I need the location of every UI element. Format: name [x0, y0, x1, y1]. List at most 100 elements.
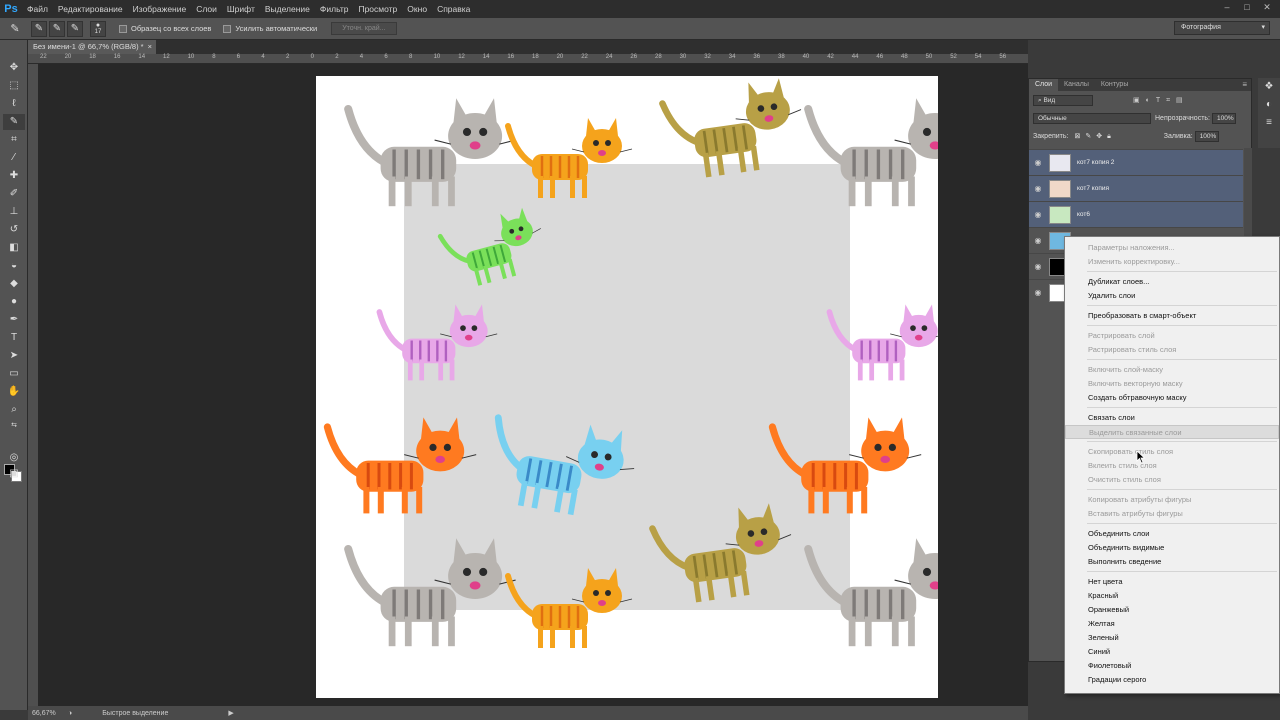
close-icon[interactable]: ✕ — [1258, 2, 1276, 14]
blend-mode-select[interactable]: Обычные — [1033, 112, 1151, 124]
rectangle-tool-icon[interactable]: ▭ — [3, 366, 25, 382]
context-menu-item[interactable]: Выделить связанные слои — [1065, 425, 1279, 439]
hand-tool-icon[interactable]: ✋ — [3, 384, 25, 400]
context-menu-item[interactable]: Параметры наложения... — [1065, 241, 1279, 255]
sample-all-layers-checkbox[interactable]: Образец со всех слоев — [119, 24, 211, 33]
context-menu-item[interactable]: Выполнить сведение — [1065, 555, 1279, 569]
context-menu-item[interactable]: Связать слои — [1065, 411, 1279, 425]
tab-paths[interactable]: Контуры — [1095, 79, 1134, 91]
context-menu-item[interactable]: Объединить слои — [1065, 527, 1279, 541]
context-menu-item[interactable]: Удалить слои — [1065, 289, 1279, 303]
context-menu-item[interactable]: Градации серого — [1065, 673, 1279, 687]
context-menu-item[interactable]: Скопировать стиль слоя — [1065, 445, 1279, 459]
context-menu-item[interactable]: Объединить видимые — [1065, 541, 1279, 555]
lock-icons[interactable]: ⊠✎✥🔒︎ — [1074, 132, 1115, 141]
context-menu-item[interactable]: Изменить корректировку... — [1065, 255, 1279, 269]
clone-stamp-icon[interactable]: ⊥ — [3, 204, 25, 220]
auto-enhance-checkbox[interactable]: Усилить автоматически — [223, 24, 317, 33]
context-menu-item[interactable]: Преобразовать в смарт-объект — [1065, 309, 1279, 323]
properties-icon[interactable]: ≡ — [1258, 114, 1280, 132]
menu-window[interactable]: Окно — [402, 0, 432, 18]
lasso-tool-icon[interactable]: ℓ — [3, 96, 25, 112]
brush-tool-icon[interactable]: ✐ — [3, 186, 25, 202]
tab-layers[interactable]: Слои — [1029, 79, 1059, 91]
context-menu-item[interactable]: Вставить атрибуты фигуры — [1065, 507, 1279, 521]
dodge-tool-icon[interactable]: ● — [3, 294, 25, 310]
document-canvas[interactable] — [316, 76, 938, 698]
context-menu-item[interactable]: Включить слой-маску — [1065, 363, 1279, 377]
eye-icon[interactable]: ◉ — [1029, 262, 1047, 271]
pen-tool-icon[interactable]: ✒ — [3, 312, 25, 328]
menu-help[interactable]: Справка — [432, 0, 475, 18]
history-brush-icon[interactable]: ↺ — [3, 222, 25, 238]
tab-channels[interactable]: Каналы — [1058, 79, 1095, 91]
menu-file[interactable]: Файл — [22, 0, 53, 18]
quick-mask-icon[interactable]: ◎ — [3, 450, 25, 466]
context-menu-item[interactable]: Оранжевый — [1065, 603, 1279, 617]
menu-type[interactable]: Шрифт — [222, 0, 260, 18]
opacity-input[interactable]: 100% — [1212, 112, 1236, 124]
layer-row[interactable]: ◉ кот7 копия 2 — [1029, 149, 1243, 175]
marquee-tool-icon[interactable]: ⬚ — [3, 78, 25, 94]
context-menu-item[interactable]: Вклеить стиль слоя — [1065, 459, 1279, 473]
move-tool-icon[interactable]: ✥ — [3, 60, 25, 76]
context-menu-item[interactable]: Дубликат слоев... — [1065, 275, 1279, 289]
context-menu-item[interactable]: Зеленый — [1065, 631, 1279, 645]
status-arrow-icon[interactable]: ▶ — [228, 709, 233, 717]
swap-colors-icon[interactable]: ⇆ — [3, 418, 25, 434]
new-selection-icon[interactable]: ✎ — [31, 20, 47, 37]
menu-edit[interactable]: Редактирование — [53, 0, 128, 18]
menu-layers[interactable]: Слои — [191, 0, 222, 18]
blur-tool-icon[interactable]: ◆ — [3, 276, 25, 292]
type-tool-icon[interactable]: T — [3, 330, 25, 346]
layer-row[interactable]: ◉ кот7 копия — [1029, 175, 1243, 201]
menu-image[interactable]: Изображение — [128, 0, 192, 18]
context-menu-item[interactable]: Фиолетовый — [1065, 659, 1279, 673]
context-menu-item[interactable]: Красный — [1065, 589, 1279, 603]
brush-size-picker[interactable]: ● 17 — [90, 20, 106, 37]
menu-filter[interactable]: Фильтр — [315, 0, 354, 18]
path-selection-icon[interactable]: ➤ — [3, 348, 25, 364]
adjustments-icon[interactable]: ◐ — [1258, 96, 1280, 114]
eye-icon[interactable]: ◉ — [1029, 210, 1047, 219]
panel-menu-icon[interactable]: ≡ — [1242, 79, 1251, 91]
maximize-icon[interactable]: □ — [1238, 2, 1256, 14]
context-menu-item[interactable]: Синий — [1065, 645, 1279, 659]
context-menu-item[interactable]: Растрировать стиль слоя — [1065, 343, 1279, 357]
refine-edge-button[interactable]: Уточн. край... — [331, 22, 397, 35]
layer-row[interactable]: ◉ кот6 — [1029, 201, 1243, 227]
context-menu-item[interactable]: Нет цвета — [1065, 575, 1279, 589]
zoom-readout[interactable]: 66,67% — [32, 710, 62, 717]
close-tab-icon[interactable]: × — [148, 40, 152, 54]
paint-bucket-icon[interactable]: ◒ — [3, 258, 25, 274]
context-menu-item[interactable]: Растрировать слой — [1065, 329, 1279, 343]
document-tab[interactable]: Без имени-1 @ 66,7% (RGB/8) * × — [28, 40, 156, 54]
quick-selection-icon[interactable]: ✎ — [3, 114, 25, 130]
context-menu-item[interactable]: Копировать атрибуты фигуры — [1065, 493, 1279, 507]
eye-icon[interactable]: ◉ — [1029, 184, 1047, 193]
zoom-tool-icon[interactable]: ⌕ — [3, 402, 25, 418]
eye-icon[interactable]: ◉ — [1029, 236, 1047, 245]
crop-tool-icon[interactable]: ⌗ — [3, 132, 25, 148]
workspace-select[interactable]: Фотография ▾ — [1174, 21, 1270, 35]
subtract-selection-icon[interactable]: ✎ — [67, 20, 83, 37]
context-menu-item[interactable]: Включить векторную маску — [1065, 377, 1279, 391]
add-to-selection-icon[interactable]: ✎ — [49, 20, 65, 37]
context-menu-item[interactable]: Создать обтравочную маску — [1065, 391, 1279, 405]
context-menu-item[interactable]: Желтая — [1065, 617, 1279, 631]
screen-mode-icon[interactable]: ▣ — [3, 466, 25, 482]
eye-icon[interactable]: ◉ — [1029, 288, 1047, 297]
context-menu-item[interactable]: Очистить стиль слоя — [1065, 473, 1279, 487]
eraser-tool-icon[interactable]: ◧ — [3, 240, 25, 256]
menu-view[interactable]: Просмотр — [353, 0, 402, 18]
layers-panel-icon[interactable]: ❖ — [1258, 78, 1280, 96]
layers-scrollbar[interactable] — [1244, 148, 1252, 248]
menu-select[interactable]: Выделение — [260, 0, 315, 18]
healing-brush-icon[interactable]: ✚ — [3, 168, 25, 184]
eye-icon[interactable]: ◉ — [1029, 158, 1047, 167]
filter-icons[interactable]: ▣◐T⌗▤ — [1133, 96, 1189, 105]
layer-filter-select[interactable]: ⌕ Вид — [1033, 94, 1093, 106]
fill-input[interactable]: 100% — [1194, 130, 1219, 142]
quick-selection-tool-icon[interactable]: ✎ — [0, 20, 30, 38]
minimize-icon[interactable]: – — [1218, 2, 1236, 14]
